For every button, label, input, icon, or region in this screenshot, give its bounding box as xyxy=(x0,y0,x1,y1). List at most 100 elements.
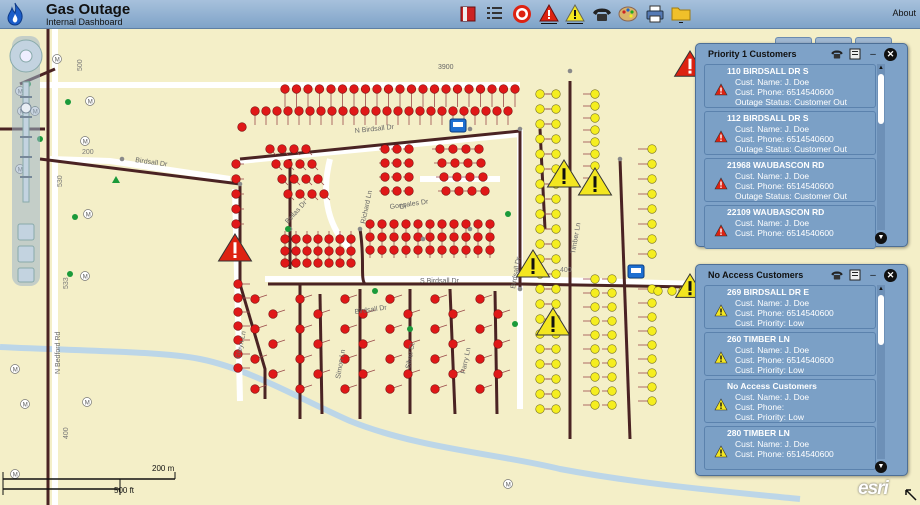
no-access-customer-point[interactable] xyxy=(647,234,657,244)
no-access-customer-point[interactable] xyxy=(535,359,545,369)
outage-customer-point[interactable] xyxy=(271,159,281,169)
noaccess-close-button[interactable]: ✕ xyxy=(884,268,897,282)
no-access-customer-point[interactable] xyxy=(607,344,617,354)
no-access-customer-point[interactable] xyxy=(551,404,561,414)
outage-customer-point[interactable] xyxy=(439,172,449,182)
outage-customer-point[interactable] xyxy=(437,232,447,242)
no-access-customer-point[interactable] xyxy=(551,374,561,384)
no-access-customer-point[interactable] xyxy=(647,204,657,214)
outage-customer-point[interactable] xyxy=(295,324,305,334)
scroll-down-icon[interactable]: ▼ xyxy=(875,461,887,473)
outage-customer-point[interactable] xyxy=(430,384,440,394)
no-access-customer-point[interactable] xyxy=(535,179,545,189)
outage-customer-point[interactable] xyxy=(429,84,440,94)
no-access-customer-point[interactable] xyxy=(590,302,600,312)
outage-customer-point[interactable] xyxy=(467,186,477,196)
outage-customer-point[interactable] xyxy=(313,174,323,184)
outage-customer-point[interactable] xyxy=(360,106,370,116)
outage-customer-point[interactable] xyxy=(303,84,313,94)
outage-customer-point[interactable] xyxy=(425,245,435,255)
no-access-customer-point[interactable] xyxy=(535,134,545,144)
outage-customer-point[interactable] xyxy=(473,219,483,229)
no-access-customer-point[interactable] xyxy=(551,269,561,279)
list-button[interactable] xyxy=(484,3,506,25)
outage-customer-point[interactable] xyxy=(404,144,414,154)
no-access-customer-point[interactable] xyxy=(535,374,545,384)
outage-customer-point[interactable] xyxy=(461,232,471,242)
valve-point[interactable] xyxy=(467,226,473,232)
outage-customer-point[interactable] xyxy=(335,258,345,268)
valve-point[interactable] xyxy=(119,156,125,162)
outage-customer-point[interactable] xyxy=(302,246,312,256)
no-access-customer-point[interactable] xyxy=(647,174,657,184)
outage-customer-point[interactable] xyxy=(349,84,359,94)
no-access-customer-point[interactable] xyxy=(590,330,600,340)
outage-customer-point[interactable] xyxy=(372,84,382,94)
outage-customer-point[interactable] xyxy=(291,84,302,94)
outage-customer-point[interactable] xyxy=(358,369,368,379)
valve-point[interactable] xyxy=(357,226,363,232)
outage-customer-point[interactable] xyxy=(448,144,458,154)
outage-customer-point[interactable] xyxy=(437,158,447,168)
outage-customer-point[interactable] xyxy=(426,106,436,116)
no-access-customer-point[interactable] xyxy=(535,164,545,174)
phone-button[interactable] xyxy=(591,3,613,25)
outage-customer-point[interactable] xyxy=(268,309,278,319)
outage-customer-point[interactable] xyxy=(346,234,356,244)
no-access-customer-point[interactable] xyxy=(535,314,545,324)
outage-customer-point[interactable] xyxy=(301,174,311,184)
zoom-in-icon[interactable] xyxy=(20,102,32,114)
no-access-customer-point[interactable] xyxy=(647,312,657,322)
outage-customer-point[interactable] xyxy=(335,234,345,244)
outage-customer-point[interactable] xyxy=(272,106,282,116)
outage-customer-point[interactable] xyxy=(470,106,480,116)
no-access-customer-point[interactable] xyxy=(590,89,600,99)
no-access-customer-point[interactable] xyxy=(535,149,545,159)
outage-customer-point[interactable] xyxy=(401,232,411,242)
outage-customer-point[interactable] xyxy=(280,84,290,94)
outage-customer-point[interactable] xyxy=(448,339,458,349)
outage-customer-point[interactable] xyxy=(415,106,425,116)
no-access-customer-point[interactable] xyxy=(647,144,657,154)
outage-customer-point[interactable] xyxy=(448,309,458,319)
scroll-thumb[interactable] xyxy=(878,295,884,345)
yellow-alert-button[interactable] xyxy=(564,3,586,25)
outage-customer-point[interactable] xyxy=(295,384,305,394)
priority-export-button[interactable] xyxy=(848,47,862,61)
outage-customer-point[interactable] xyxy=(291,234,301,244)
no-access-customer-point[interactable] xyxy=(590,101,600,111)
outage-customer-point[interactable] xyxy=(430,354,440,364)
outage-customer-point[interactable] xyxy=(302,234,312,244)
outage-customer-point[interactable] xyxy=(250,384,260,394)
no-access-customer-point[interactable] xyxy=(551,119,561,129)
customer-card[interactable]: 280 TIMBER LN Cust. Name: J. Doe Cust. Pho… xyxy=(704,426,876,470)
regulator-point[interactable] xyxy=(65,99,71,105)
no-access-customer-point[interactable] xyxy=(647,368,657,378)
no-access-customer-point[interactable] xyxy=(590,149,600,159)
outage-customer-point[interactable] xyxy=(430,324,440,334)
outage-customer-point[interactable] xyxy=(401,245,411,255)
noaccess-call-button[interactable] xyxy=(830,268,844,282)
no-access-customer-point[interactable] xyxy=(551,134,561,144)
no-access-customer-point[interactable] xyxy=(551,389,561,399)
outage-customer-point[interactable] xyxy=(448,369,458,379)
outage-customer-point[interactable] xyxy=(313,339,323,349)
outage-customer-point[interactable] xyxy=(441,84,451,94)
palette-button[interactable] xyxy=(617,3,639,25)
outage-customer-point[interactable] xyxy=(404,172,414,182)
outage-customer-point[interactable] xyxy=(393,106,403,116)
outage-customer-point[interactable] xyxy=(418,84,428,94)
no-access-customer-point[interactable] xyxy=(653,286,663,296)
regulator-point[interactable] xyxy=(72,214,78,220)
red-alert-button[interactable] xyxy=(538,3,560,25)
outage-customer-point[interactable] xyxy=(475,384,485,394)
scroll-down-icon[interactable]: ▼ xyxy=(875,232,887,244)
no-access-customer-point[interactable] xyxy=(607,358,617,368)
outage-customer-point[interactable] xyxy=(250,354,260,364)
outage-customer-point[interactable] xyxy=(475,84,486,94)
outage-customer-point[interactable] xyxy=(403,369,413,379)
outage-customer-point[interactable] xyxy=(485,232,495,242)
outage-customer-point[interactable] xyxy=(503,106,513,116)
outage-customer-point[interactable] xyxy=(392,144,402,154)
outage-customer-point[interactable] xyxy=(305,106,315,116)
